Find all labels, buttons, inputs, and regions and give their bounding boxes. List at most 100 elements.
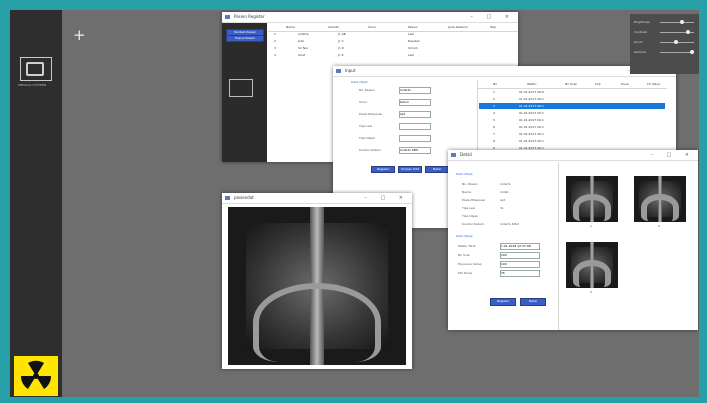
scan-number-field[interactable]: 100 — [500, 252, 540, 259]
row-time[interactable]: 01.01.2017 09:1 — [519, 125, 544, 129]
object-type-field[interactable] — [399, 135, 431, 142]
table-header: Nama Alamat Umur Pasien Jenis Kelamin Te… — [268, 23, 518, 31]
window-controls[interactable]: – □ × — [470, 12, 515, 22]
xray-thumbnail[interactable] — [566, 242, 618, 288]
system-condition-field[interactable]: Indarto KBit — [399, 147, 431, 154]
selected-row[interactable] — [479, 103, 665, 109]
detail-label: Nama — [462, 190, 471, 194]
column-header[interactable]: Jenis Kelamin — [448, 25, 468, 29]
titlebar[interactable]: Input– □ × — [333, 66, 676, 77]
patient-table: Nama Alamat Umur Pasien Jenis Kelamin Te… — [268, 23, 518, 59]
brightness-slider[interactable] — [660, 22, 694, 23]
slider-handle[interactable] — [690, 50, 694, 54]
column-header[interactable]: Dose — [621, 82, 629, 86]
column-header[interactable]: Pasien — [408, 25, 418, 29]
field-label: No. Pasien — [359, 88, 375, 92]
cell: Sri Nur — [298, 46, 309, 50]
row-number[interactable]: 1 — [493, 90, 495, 94]
lesion-type-field[interactable] — [399, 123, 431, 130]
dose-field[interactable]: 35 — [500, 270, 540, 277]
divider — [477, 88, 667, 89]
detail-label: Tipe Objek — [462, 214, 478, 218]
xray-thumbnail[interactable] — [566, 176, 618, 222]
row-number[interactable]: 7 — [493, 132, 495, 136]
gamma-slider[interactable] — [660, 52, 694, 53]
exposure-setup-field[interactable]: 100 — [500, 261, 540, 268]
window-title: pasiendat — [234, 195, 254, 200]
row-number[interactable]: 2 — [493, 97, 495, 101]
age-field[interactable]: tahun — [399, 99, 431, 106]
column-header[interactable]: kVp — [595, 82, 601, 86]
row-time[interactable]: 01.01.2017 09:1 — [519, 118, 544, 122]
table-row[interactable]: 2 Joko Jl. C Rujukan — [268, 38, 518, 45]
scan-time-field[interactable]: 1.01.2018 12:37:08 — [500, 243, 540, 250]
window-controls[interactable]: – □ × — [650, 150, 695, 160]
xray-image[interactable] — [228, 207, 406, 365]
patient-sidebar: Tambah Pasien Hapus Pasien — [222, 23, 267, 162]
cell: Jl. D — [338, 46, 344, 50]
column-header[interactable]: Telp — [490, 25, 496, 29]
table-row[interactable]: 1 Indarto Jl. AB Laki — [268, 31, 518, 38]
detail-label: Kondisi Sistem — [462, 222, 484, 226]
remove-patient-button[interactable]: Hapus Pasien — [226, 35, 264, 42]
cell: 1 — [274, 32, 276, 36]
titlebar[interactable]: Detail – □ × — [448, 150, 698, 161]
row-time[interactable]: 01.01.2017 09:1 — [519, 97, 544, 101]
table-row[interactable]: 4 Arief Jl. E Laki — [268, 52, 518, 59]
section-title: Data Objek — [456, 172, 473, 176]
register-button[interactable]: Register — [490, 298, 516, 306]
row-number[interactable]: 8 — [493, 139, 495, 143]
cancel-button[interactable]: Batal — [425, 166, 449, 173]
cancel-button[interactable]: Batal — [520, 298, 546, 306]
slider-handle[interactable] — [686, 30, 690, 34]
column-header[interactable]: Alamat — [328, 25, 339, 29]
titlebar[interactable]: pasiendat – □ × — [222, 193, 412, 204]
row-time[interactable]: 01.01.2017 09:1 — [519, 111, 544, 115]
desktop: MEDICAL SYSTEMS + Pasien Register – □ × T… — [10, 10, 699, 397]
column-header[interactable]: Umur — [368, 25, 376, 29]
row-number[interactable]: 4 — [493, 111, 495, 115]
app-icon — [225, 196, 230, 200]
row-time[interactable]: 01.01.2017 09:1 — [519, 104, 544, 108]
slider-handle[interactable] — [674, 40, 678, 44]
xray-viewer-window[interactable]: pasiendat – □ × — [222, 193, 412, 369]
sidebar-logo-icon — [229, 79, 253, 97]
left-sidebar: MEDICAL SYSTEMS — [10, 10, 62, 397]
cell: Jl. C — [338, 39, 344, 43]
slider-handle[interactable] — [680, 20, 684, 24]
radiation-hazard-icon[interactable] — [14, 356, 58, 396]
window-controls[interactable]: – □ × — [364, 193, 409, 203]
column-header[interactable]: kV Value — [647, 82, 660, 86]
titlebar[interactable]: Pasien Register – □ × — [222, 12, 518, 23]
row-time[interactable]: 01.01.2017 09:1 — [519, 132, 544, 136]
column-header[interactable]: No — [493, 82, 497, 86]
cell: 4 — [274, 53, 276, 57]
row-number[interactable]: 6 — [493, 125, 495, 129]
app-logo-icon — [20, 57, 52, 81]
patient-number-field[interactable]: Indarto — [399, 87, 431, 94]
detail-label: Mtr Dosis — [458, 271, 473, 275]
column-header[interactable]: No Scan — [565, 82, 577, 86]
save-edit-button[interactable]: Simpan Edit — [398, 166, 422, 173]
column-header[interactable]: Waktu — [527, 82, 536, 86]
row-number[interactable]: 5 — [493, 118, 495, 122]
row-number[interactable]: 3 — [493, 104, 495, 108]
register-button[interactable]: Register — [371, 166, 395, 173]
cell: Laki — [408, 53, 415, 57]
column-header[interactable]: Nama — [286, 25, 295, 29]
detail-label: No Scan — [458, 253, 471, 257]
cell: 2 — [274, 39, 276, 43]
section-title: Data Objek — [351, 80, 368, 84]
row-time[interactable]: 01.01.2017 09:1 — [519, 139, 544, 143]
row-time[interactable]: 01.01.2017 09:0 — [519, 90, 544, 94]
detail-label: Waktu Tarik — [458, 244, 476, 248]
xray-thumbnail[interactable] — [634, 176, 686, 222]
table-row[interactable]: 3 Sri Nur Jl. D Umum — [268, 45, 518, 52]
exposure-field[interactable]: Apt — [399, 111, 431, 118]
cell: Jl. E — [338, 53, 344, 57]
field-label: Kondisi Sistem — [359, 148, 381, 152]
detail-window[interactable]: Detail – □ × Data Objek No. Pasien Indarto… — [448, 150, 698, 330]
detail-value: Indarto — [500, 182, 511, 186]
cell: Indarto — [298, 32, 309, 36]
logo-caption: MEDICAL SYSTEMS — [18, 83, 47, 87]
